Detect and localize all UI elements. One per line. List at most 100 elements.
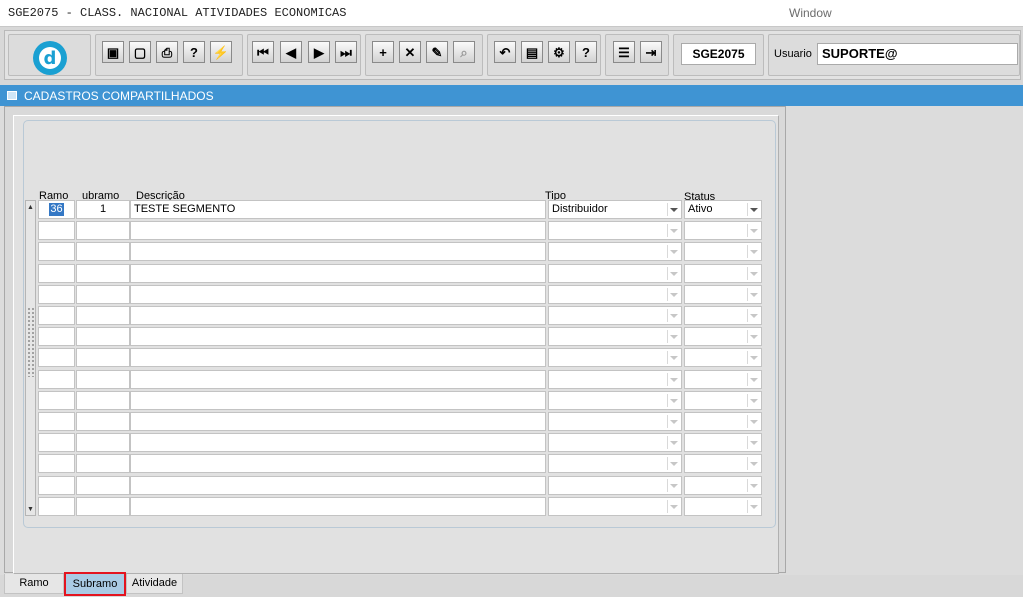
next-record-icon[interactable]: ▶ (308, 41, 330, 63)
cell-descricao[interactable] (130, 242, 546, 262)
chevron-down-icon[interactable] (670, 250, 678, 255)
chevron-down-icon[interactable] (670, 441, 678, 446)
cell-ramo[interactable] (38, 454, 75, 474)
chevron-down-icon[interactable] (670, 398, 678, 403)
cell-tipo[interactable] (548, 327, 682, 347)
chevron-down-icon[interactable] (750, 398, 758, 403)
scroll-up-icon[interactable]: ▲ (26, 201, 35, 213)
exit-icon[interactable]: ⇥ (640, 41, 662, 63)
chevron-down-icon[interactable] (670, 335, 678, 340)
cell-tipo[interactable] (548, 306, 682, 325)
cell-descricao[interactable] (130, 306, 546, 325)
cell-status[interactable] (684, 390, 762, 410)
cell-descricao[interactable] (130, 433, 546, 453)
chevron-down-icon[interactable] (670, 292, 678, 297)
cell-tipo[interactable] (548, 284, 682, 304)
insert-record-icon[interactable]: + (372, 41, 394, 63)
cell-tipo[interactable] (548, 433, 682, 453)
chevron-down-icon[interactable] (750, 335, 758, 340)
chevron-down-icon[interactable] (750, 441, 758, 446)
cell-tipo[interactable] (548, 348, 682, 368)
chevron-down-icon[interactable] (670, 377, 678, 382)
cell-ramo[interactable] (38, 242, 75, 262)
cell-tipo[interactable] (548, 475, 682, 495)
chevron-down-icon[interactable] (750, 420, 758, 424)
cell-status[interactable] (684, 475, 762, 495)
cell-tipo[interactable] (548, 221, 682, 241)
chevron-down-icon[interactable] (750, 229, 758, 234)
undo-icon[interactable]: ↶ (494, 41, 516, 63)
menu-icon[interactable]: ☰ (613, 41, 635, 63)
cell-subramo[interactable] (76, 348, 130, 368)
cell-descricao[interactable] (130, 412, 546, 431)
scroll-down-icon[interactable]: ▼ (26, 503, 35, 515)
cell-descricao[interactable] (130, 284, 546, 304)
chevron-down-icon[interactable] (750, 356, 758, 361)
cell-status[interactable] (684, 306, 762, 325)
cell-subramo[interactable] (76, 284, 130, 304)
cell-status[interactable] (684, 496, 762, 516)
cell-ramo[interactable] (38, 369, 75, 389)
cell-subramo[interactable] (76, 369, 130, 389)
cell-status[interactable] (684, 221, 762, 241)
chevron-down-icon[interactable] (670, 420, 678, 424)
cell-ramo[interactable] (38, 327, 75, 347)
cell-tipo[interactable] (548, 369, 682, 389)
help-icon[interactable]: ? (575, 41, 597, 63)
cell-status[interactable]: Ativo (684, 200, 762, 219)
cell-descricao[interactable] (130, 327, 546, 347)
cell-descricao[interactable] (130, 348, 546, 368)
cell-ramo[interactable] (38, 390, 75, 410)
cell-subramo[interactable] (76, 412, 130, 431)
clipboard-icon[interactable]: ▤ (521, 41, 543, 63)
tools-icon[interactable]: ⚙ (548, 41, 570, 63)
cell-status[interactable] (684, 348, 762, 368)
first-record-icon[interactable]: ⏮ (252, 41, 274, 63)
chevron-down-icon[interactable] (670, 314, 678, 318)
cell-descricao[interactable] (130, 263, 546, 283)
chevron-down-icon[interactable] (750, 314, 758, 318)
cell-ramo[interactable] (38, 475, 75, 495)
cell-status[interactable] (684, 327, 762, 347)
cell-subramo[interactable] (76, 306, 130, 325)
cell-ramo[interactable] (38, 284, 75, 304)
cell-subramo[interactable] (76, 327, 130, 347)
cell-status[interactable] (684, 412, 762, 431)
chevron-down-icon[interactable] (670, 483, 678, 488)
cell-status[interactable] (684, 454, 762, 474)
previous-record-icon[interactable]: ◀ (280, 41, 302, 63)
cell-subramo[interactable] (76, 242, 130, 262)
cell-subramo[interactable] (76, 433, 130, 453)
cell-tipo[interactable] (548, 390, 682, 410)
chevron-down-icon[interactable] (750, 250, 758, 255)
cell-ramo[interactable]: 36 (38, 200, 75, 219)
save-icon[interactable]: ▣ (102, 41, 124, 63)
chevron-down-icon[interactable] (750, 208, 758, 212)
cell-descricao[interactable] (130, 369, 546, 389)
chevron-down-icon[interactable] (670, 356, 678, 361)
cell-descricao[interactable] (130, 221, 546, 241)
chevron-down-icon[interactable] (670, 229, 678, 234)
chevron-down-icon[interactable] (670, 271, 678, 276)
chevron-down-icon[interactable] (670, 462, 678, 467)
tab-subramo[interactable]: Subramo (64, 572, 126, 596)
cell-tipo[interactable] (548, 496, 682, 516)
delete-record-icon[interactable]: ✕ (399, 41, 421, 63)
cell-status[interactable] (684, 284, 762, 304)
lookup-icon[interactable]: ⌕ (453, 41, 475, 63)
edit-record-icon[interactable]: ✎ (426, 41, 448, 63)
cell-tipo[interactable] (548, 242, 682, 262)
cell-subramo[interactable] (76, 496, 130, 516)
chevron-down-icon[interactable] (750, 377, 758, 382)
cell-subramo[interactable] (76, 454, 130, 474)
tab-atividade[interactable]: Atividade (126, 574, 183, 594)
cell-subramo[interactable] (76, 475, 130, 495)
cell-ramo[interactable] (38, 306, 75, 325)
cell-descricao[interactable] (130, 454, 546, 474)
cell-subramo[interactable] (76, 221, 130, 241)
window-menu[interactable]: Window (789, 6, 832, 20)
cell-subramo[interactable] (76, 390, 130, 410)
cell-descricao[interactable] (130, 475, 546, 495)
cell-ramo[interactable] (38, 221, 75, 241)
scroll-grip[interactable] (27, 307, 34, 377)
